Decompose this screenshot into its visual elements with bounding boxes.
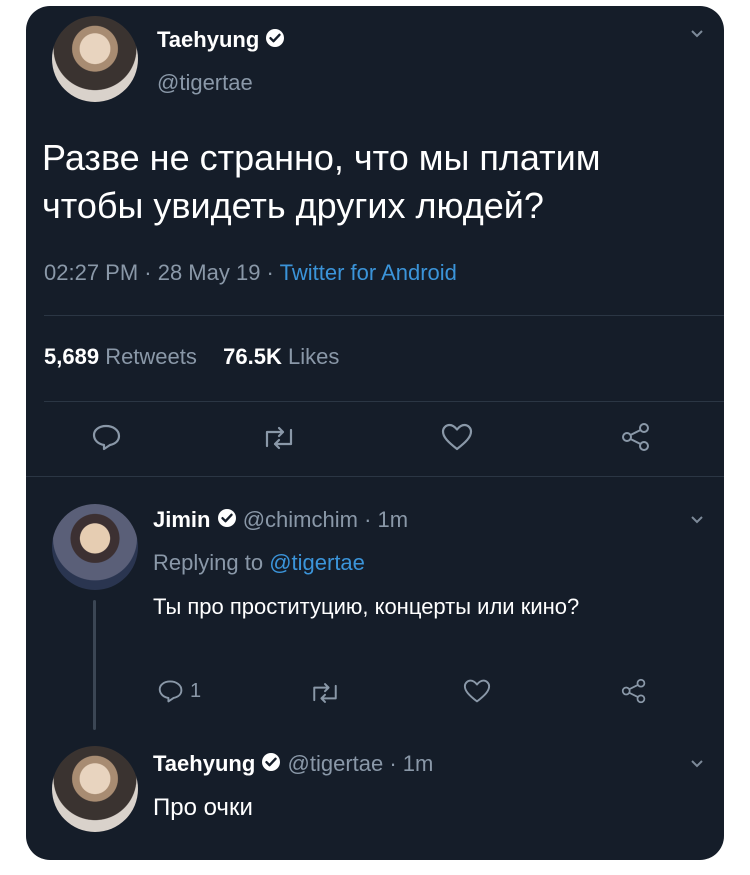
retweet-icon[interactable] — [308, 680, 342, 706]
reply-author-handle[interactable]: @tigertae · 1m — [288, 751, 434, 776]
reply-author-handle[interactable]: @chimchim · 1m — [243, 507, 408, 532]
retweets-count[interactable]: 5,689 — [44, 344, 99, 369]
author-handle[interactable]: @tigertae — [157, 70, 253, 96]
heart-icon[interactable] — [462, 678, 492, 704]
replying-to: Replying to @tigertae — [153, 550, 365, 576]
reply-author-name[interactable]: Taehyung — [153, 751, 255, 776]
divider — [26, 476, 724, 477]
tweet-source[interactable]: Twitter for Android — [280, 260, 457, 285]
reply-author-avatar[interactable] — [52, 746, 138, 832]
reply-text: Про очки — [153, 794, 253, 821]
reply-text: Ты про проституцию, концерты или кино? — [153, 594, 580, 619]
thread-line — [93, 600, 96, 730]
verified-badge-icon — [265, 27, 285, 55]
reply-icon[interactable] — [90, 422, 124, 452]
reply-header: Jimin @chimchim · 1m — [153, 506, 408, 535]
share-icon[interactable] — [620, 678, 648, 704]
tweet-card: Taehyung @tigertae Разве не странно, что… — [26, 6, 724, 860]
reply-author-avatar[interactable] — [52, 504, 138, 590]
chevron-down-icon[interactable] — [690, 756, 704, 774]
likes-count[interactable]: 76.5K — [223, 344, 282, 369]
heart-icon[interactable] — [440, 422, 474, 452]
chevron-down-icon[interactable] — [690, 512, 704, 530]
tweet-meta: 02:27 PM · 28 May 19 · Twitter for Andro… — [44, 260, 457, 286]
author-name-row[interactable]: Taehyung — [157, 26, 285, 55]
verified-badge-icon — [261, 751, 281, 779]
replying-to-handle[interactable]: @tigertae — [269, 550, 365, 575]
author-name[interactable]: Taehyung — [157, 27, 259, 52]
tweet-timestamp[interactable]: 02:27 PM · 28 May 19 · — [44, 260, 280, 285]
author-avatar[interactable] — [52, 16, 138, 102]
share-icon[interactable] — [620, 422, 652, 452]
verified-badge-icon — [217, 507, 237, 535]
replying-to-label: Replying to — [153, 550, 270, 575]
chevron-down-icon[interactable] — [690, 26, 704, 44]
retweets-label[interactable]: Retweets — [105, 344, 197, 369]
divider — [44, 401, 724, 402]
likes-label[interactable]: Likes — [288, 344, 339, 369]
reply-icon[interactable]: 1 — [156, 678, 201, 704]
reply-header: Taehyung @tigertae · 1m — [153, 750, 433, 779]
tweet-text-line: чтобы увидеть других людей? — [42, 185, 544, 226]
divider — [44, 315, 724, 316]
reply-author-name[interactable]: Jimin — [153, 507, 210, 532]
tweet-text: Разве не странно, что мы платим чтобы ув… — [42, 134, 600, 230]
tweet-stats: 5,689 Retweets 76.5K Likes — [44, 344, 339, 370]
tweet-text-line: Разве не странно, что мы платим — [42, 137, 601, 178]
reply-count: 1 — [190, 679, 202, 702]
retweet-icon[interactable] — [260, 424, 298, 452]
